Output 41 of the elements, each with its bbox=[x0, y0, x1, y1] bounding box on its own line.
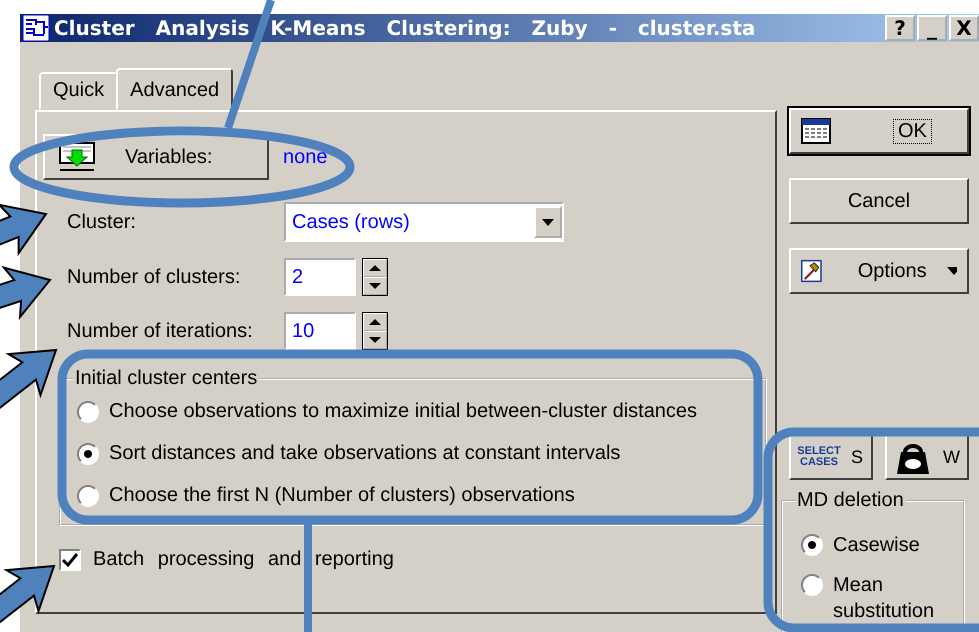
number-field[interactable]: 10 bbox=[284, 312, 356, 350]
ok-button[interactable]: OK bbox=[789, 108, 969, 154]
checkbox[interactable] bbox=[59, 548, 81, 570]
radio-label: Choose observations to maximize initial between-cluster distances bbox=[109, 400, 698, 423]
field-label: Number of clusters: bbox=[67, 266, 242, 288]
close-button[interactable]: X bbox=[949, 15, 979, 41]
number-field[interactable]: 2 bbox=[284, 258, 356, 296]
select-cases-icon: SELECT CASES bbox=[797, 446, 841, 468]
dropdown-arrow-icon bbox=[542, 218, 554, 226]
options-button[interactable]: Options bbox=[789, 248, 969, 294]
minimize-button[interactable]: _ bbox=[917, 15, 947, 41]
pointer-arrow bbox=[0, 203, 48, 256]
cancel-button[interactable]: Cancel bbox=[789, 178, 969, 224]
radio-label: Sort distances and take observations at constant intervals bbox=[109, 442, 620, 465]
field-label: Number of iterations: bbox=[67, 320, 254, 342]
variables-value: none bbox=[283, 146, 328, 168]
help-button[interactable]: ? bbox=[885, 15, 915, 41]
pointer-arrow bbox=[0, 564, 56, 626]
caret-icon bbox=[946, 267, 957, 275]
radio-button[interactable] bbox=[801, 534, 823, 556]
import-arrow-icon bbox=[59, 142, 95, 172]
variables-button[interactable]: Variables: bbox=[43, 134, 269, 180]
radio-button[interactable] bbox=[801, 574, 823, 596]
toolbar-button[interactable]: W bbox=[885, 434, 969, 480]
pointer-arrow bbox=[0, 266, 52, 320]
dropdown[interactable]: Cases (rows) bbox=[284, 202, 564, 242]
window-title: Cluster Analysis K-Means Clustering: Zuby - cluster.sta bbox=[54, 16, 756, 40]
pointer-arrow bbox=[0, 348, 58, 410]
radio-label: Casewise bbox=[833, 533, 921, 558]
radio-label: Choose the first N (Number of clusters) observations bbox=[109, 484, 575, 507]
tab[interactable]: Advanced bbox=[116, 68, 234, 110]
spin-buttons[interactable] bbox=[362, 312, 388, 350]
table-icon bbox=[801, 118, 831, 144]
tab[interactable]: Quick bbox=[39, 72, 118, 110]
radio-label: Mean substitution bbox=[833, 573, 936, 624]
checkbox-label: Batch processing and reporting bbox=[93, 548, 394, 571]
spin-buttons[interactable] bbox=[362, 258, 388, 296]
field-label: Cluster: bbox=[67, 210, 137, 234]
radio-button[interactable] bbox=[77, 400, 99, 422]
radio-button[interactable] bbox=[77, 484, 99, 506]
radio-button[interactable] bbox=[77, 442, 99, 464]
